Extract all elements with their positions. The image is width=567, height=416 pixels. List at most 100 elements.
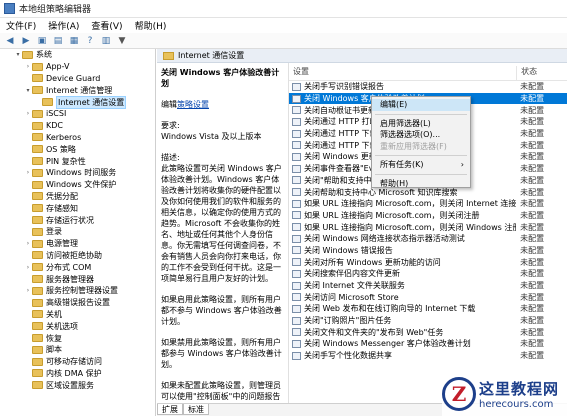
table-row[interactable]: 关闭"订购照片"图片任务 未配置	[289, 315, 567, 327]
state-cell: 未配置	[520, 210, 545, 220]
tree-item[interactable]: Internet 通信设置	[0, 95, 155, 109]
folder-icon	[32, 275, 43, 284]
tree-item[interactable]: 关机	[0, 309, 155, 321]
column-state[interactable]: 状态	[516, 66, 567, 80]
context-menu-item[interactable]: 筛选器选项(O)...	[372, 129, 470, 141]
menu-view[interactable]: 查看(V)	[85, 19, 128, 32]
setting-cell: 关闭 Windows 错误报告	[289, 245, 516, 256]
list-header: 设置 状态	[289, 63, 567, 81]
setting-cell: 关闭手写识别错误报告	[289, 81, 516, 92]
expand-chevron-icon[interactable]: ▾	[24, 87, 32, 94]
tree-item[interactable]: Device Guard	[0, 73, 155, 85]
expand-chevron-icon[interactable]: ›	[24, 287, 32, 294]
tree-item[interactable]: 关机选项	[0, 320, 155, 332]
tree-item[interactable]: 登录	[0, 226, 155, 238]
filter-icon[interactable]: ▼	[115, 35, 129, 47]
tree-item[interactable]: › 服务控制管理器设置	[0, 285, 155, 297]
tree-item[interactable]: KDC	[0, 120, 155, 132]
tree-item[interactable]: 脚本	[0, 344, 155, 356]
setting-cell: 关闭 Web 发布和在线订购向导的 Internet 下载	[289, 303, 516, 314]
context-menu-item[interactable]: 启用筛选器(L)	[372, 118, 470, 130]
table-row[interactable]: 关闭文件和文件夹的"发布到 Web"任务 未配置	[289, 326, 567, 338]
folder-icon	[32, 310, 43, 319]
table-row[interactable]: 如果 URL 连接指向 Microsoft.com，则关闭 Internet 连…	[289, 198, 567, 210]
table-row[interactable]: 关闭 Windows Messenger 客户体验改善计划 未配置	[289, 338, 567, 350]
tree-item[interactable]: › App-V	[0, 61, 155, 73]
context-menu-item-label: 编辑(E)	[380, 100, 408, 109]
back-arrow-icon[interactable]: ◀	[3, 35, 17, 47]
desc-disabled: 如果禁用此策略设置，则所有用户都参与 Windows 客户体验改善计划。	[161, 338, 282, 369]
tree-item[interactable]: 高级错误报告设置	[0, 297, 155, 309]
tree-item[interactable]: › 分布式 COM	[0, 261, 155, 273]
setting-name: 关闭 Internet 文件关联服务	[304, 281, 405, 291]
desc-not-configured: 如果未配置此策略设置，则管理员可以使用"控制面板"中的问题报告和解决方案"组件为…	[161, 381, 281, 401]
forward-arrow-icon[interactable]: ▶	[19, 35, 33, 47]
table-row[interactable]: 关闭 Windows 网络连接状态指示器活动测试 未配置	[289, 233, 567, 245]
tree-item[interactable]: Kerberos	[0, 132, 155, 144]
tree-item[interactable]: ▾ 系统	[0, 49, 155, 61]
tree-item[interactable]: 凭据分配	[0, 191, 155, 203]
tree-item[interactable]: › 电源管理	[0, 238, 155, 250]
tree-item[interactable]: 内核 DMA 保护	[0, 368, 155, 380]
column-setting[interactable]: 设置	[289, 66, 516, 80]
menu-file[interactable]: 文件(F)	[0, 19, 42, 32]
tree-item[interactable]: 存储感知	[0, 202, 155, 214]
tab-extended[interactable]: 扩展	[157, 404, 183, 415]
table-row[interactable]: 关闭 Internet 文件关联服务 未配置	[289, 280, 567, 292]
tree-item[interactable]: 存储运行状况	[0, 214, 155, 226]
table-row[interactable]: 关闭对所有 Windows 更新功能的访问 未配置	[289, 256, 567, 268]
tree-item[interactable]: OS 策略	[0, 143, 155, 155]
tree-item[interactable]: 服务器管理器	[0, 273, 155, 285]
folder-icon	[32, 227, 43, 236]
expand-chevron-icon[interactable]: ›	[24, 169, 32, 176]
menu-help[interactable]: 帮助(H)	[129, 19, 173, 32]
tree-item[interactable]: 恢复	[0, 332, 155, 344]
show-hide-tree-icon[interactable]: ▤	[51, 35, 65, 47]
context-menu-item[interactable]: 帮助(H)	[372, 178, 470, 190]
help-icon[interactable]: ?	[83, 35, 97, 47]
setting-name: 如果 URL 连接指向 Microsoft.com，则关闭 Internet 连…	[304, 199, 517, 209]
tree-item[interactable]: 区域设置服务	[0, 379, 155, 391]
table-row[interactable]: 关闭手写个性化数据共享 未配置	[289, 350, 567, 362]
expand-chevron-icon[interactable]: ›	[24, 110, 32, 117]
tree-item[interactable]: ▾ Internet 通信管理	[0, 84, 155, 96]
tree-item[interactable]: PIN 复杂性	[0, 155, 155, 167]
watermark-cn: 这里教程网	[479, 380, 560, 398]
menu-action[interactable]: 操作(A)	[42, 19, 85, 32]
tab-standard[interactable]: 标准	[183, 404, 209, 415]
table-row[interactable]: 关闭搜索伴侣内容文件更新 未配置	[289, 268, 567, 280]
table-row[interactable]: 关闭访问 Microsoft Store 未配置	[289, 291, 567, 303]
tree-item[interactable]: › Windows 时间服务	[0, 167, 155, 179]
folder-icon	[32, 345, 43, 354]
tree-item[interactable]: 访问被拒绝协助	[0, 250, 155, 262]
context-menu-item[interactable]: 所有任务(K) ›	[372, 159, 470, 171]
tree-item-label: 恢复	[46, 333, 62, 343]
expand-chevron-icon[interactable]: ›	[24, 264, 32, 271]
table-row[interactable]: 关闭 Windows 错误报告 未配置	[289, 245, 567, 257]
table-row[interactable]: 关闭 Web 发布和在线订购向导的 Internet 下载 未配置	[289, 303, 567, 315]
tree-item-label: 登录	[46, 227, 62, 237]
state-cell: 未配置	[520, 304, 545, 314]
folder-icon	[22, 50, 33, 59]
context-menu-item[interactable]: 编辑(E)	[372, 99, 470, 111]
table-row[interactable]: 关闭手写识别错误报告 未配置	[289, 81, 567, 93]
policy-setting-icon	[292, 82, 301, 91]
folder-icon	[32, 192, 43, 201]
watermark-logo-icon: Z	[442, 377, 476, 411]
table-row[interactable]: 如果 URL 连接指向 Microsoft.com，则关闭注册 未配置	[289, 210, 567, 222]
properties-icon[interactable]: ▥	[99, 35, 113, 47]
tree-item-label: 凭据分配	[46, 191, 78, 201]
setting-cell: 关闭 Internet 文件关联服务	[289, 280, 516, 291]
setting-name: 关闭 Windows Messenger 客户体验改善计划	[304, 339, 471, 349]
edit-policy-link[interactable]: 策略设置	[177, 100, 209, 109]
expand-chevron-icon[interactable]: ›	[24, 240, 32, 247]
expand-chevron-icon[interactable]: ▾	[14, 51, 22, 58]
up-folder-icon[interactable]: ▣	[35, 35, 49, 47]
folder-icon	[32, 239, 43, 248]
export-list-icon[interactable]: ▦	[67, 35, 81, 47]
table-row[interactable]: 如果 URL 连接指向 Microsoft.com，则关闭 Windows 注册…	[289, 221, 567, 233]
tree-item[interactable]: 可移动存储访问	[0, 356, 155, 368]
expand-chevron-icon[interactable]: ›	[24, 63, 32, 70]
tree-item[interactable]: Windows 文件保护	[0, 179, 155, 191]
tree-item[interactable]: › iSCSI	[0, 108, 155, 120]
